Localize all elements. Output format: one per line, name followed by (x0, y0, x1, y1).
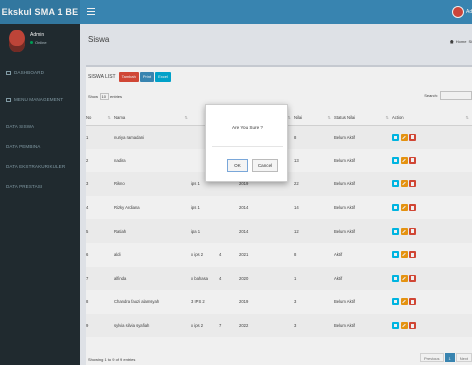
ok-button[interactable]: OK (227, 159, 248, 172)
dialog-divider (212, 146, 283, 147)
cancel-button[interactable]: Cancel (252, 159, 278, 172)
confirm-message: Are You Sure ? (232, 125, 263, 130)
confirm-dialog: Are You Sure ? OK Cancel (205, 104, 288, 182)
modal-overlay (0, 0, 472, 365)
